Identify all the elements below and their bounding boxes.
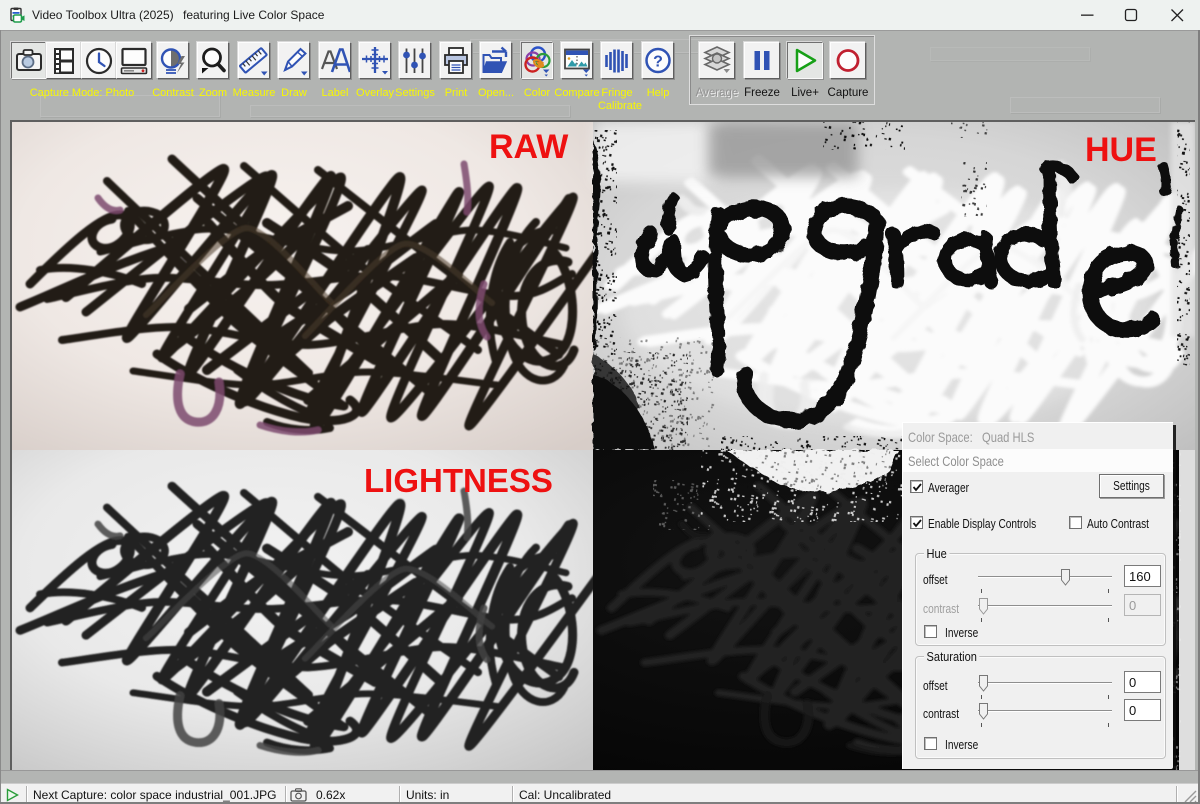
svg-text:HUE: HUE: [1085, 131, 1157, 169]
svg-text:LIGHTNESS: LIGHTNESS: [364, 462, 553, 499]
svg-text:RAW: RAW: [489, 128, 569, 166]
svg-text:?: ?: [653, 54, 663, 71]
